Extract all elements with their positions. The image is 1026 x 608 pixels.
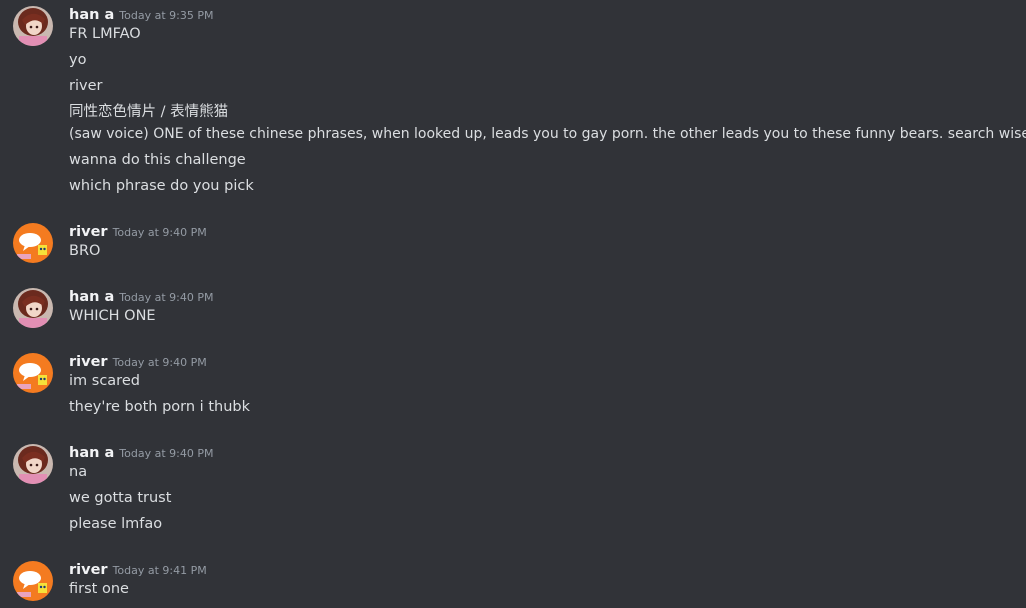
timestamp[interactable]: Today at 9:41 PM xyxy=(113,564,207,577)
message-text: na xyxy=(69,464,88,480)
message-text: first one xyxy=(69,581,129,597)
timestamp[interactable]: Today at 9:40 PM xyxy=(119,447,213,460)
message-text: (saw voice) ONE of these chinese phrases… xyxy=(69,126,1026,142)
river-avatar[interactable] xyxy=(13,561,53,601)
message-header: han a Today at 9:40 PM xyxy=(69,442,213,464)
message-text: please lmfao xyxy=(69,516,163,532)
timestamp[interactable]: Today at 9:40 PM xyxy=(113,226,207,239)
spongebob-speech-bubble-avatar-icon xyxy=(13,353,53,393)
river-avatar[interactable] xyxy=(13,353,53,393)
anime-character-avatar-icon xyxy=(13,444,53,484)
han-avatar[interactable] xyxy=(13,6,53,46)
spongebob-speech-bubble-avatar-icon xyxy=(13,223,53,263)
message-text: WHICH ONE xyxy=(69,308,156,324)
username[interactable]: river xyxy=(69,562,108,578)
message-text: they're both porn i thubk xyxy=(69,399,250,415)
timestamp[interactable]: Today at 9:40 PM xyxy=(113,356,207,369)
message-text: 同性恋色情片 / 表情熊猫 xyxy=(69,104,229,120)
spongebob-speech-bubble-avatar-icon xyxy=(13,561,53,601)
message-text: river xyxy=(69,78,103,94)
timestamp[interactable]: Today at 9:35 PM xyxy=(119,9,213,22)
message-text: BRO xyxy=(69,243,101,259)
message-header: han a Today at 9:35 PM xyxy=(69,4,213,26)
message-text: im scared xyxy=(69,373,140,389)
river-avatar[interactable] xyxy=(13,223,53,263)
message-text: wanna do this challenge xyxy=(69,152,246,168)
username[interactable]: han a xyxy=(69,289,114,305)
message-header: river Today at 9:40 PM xyxy=(69,351,207,373)
message-text: FR LMFAO xyxy=(69,26,141,42)
username[interactable]: river xyxy=(69,224,108,240)
anime-character-avatar-icon xyxy=(13,288,53,328)
message-header: river Today at 9:40 PM xyxy=(69,221,207,243)
username[interactable]: han a xyxy=(69,445,114,461)
anime-character-avatar-icon xyxy=(13,6,53,46)
message-header: river Today at 9:41 PM xyxy=(69,559,207,581)
message-text: yo xyxy=(69,52,87,68)
chat-message-list: han a Today at 9:35 PM FR LMFAO yo river … xyxy=(0,0,1026,608)
username[interactable]: river xyxy=(69,354,108,370)
username[interactable]: han a xyxy=(69,7,114,23)
timestamp[interactable]: Today at 9:40 PM xyxy=(119,291,213,304)
message-text: which phrase do you pick xyxy=(69,178,254,194)
han-avatar[interactable] xyxy=(13,444,53,484)
han-avatar[interactable] xyxy=(13,288,53,328)
message-header: han a Today at 9:40 PM xyxy=(69,286,213,308)
message-text: we gotta trust xyxy=(69,490,172,506)
